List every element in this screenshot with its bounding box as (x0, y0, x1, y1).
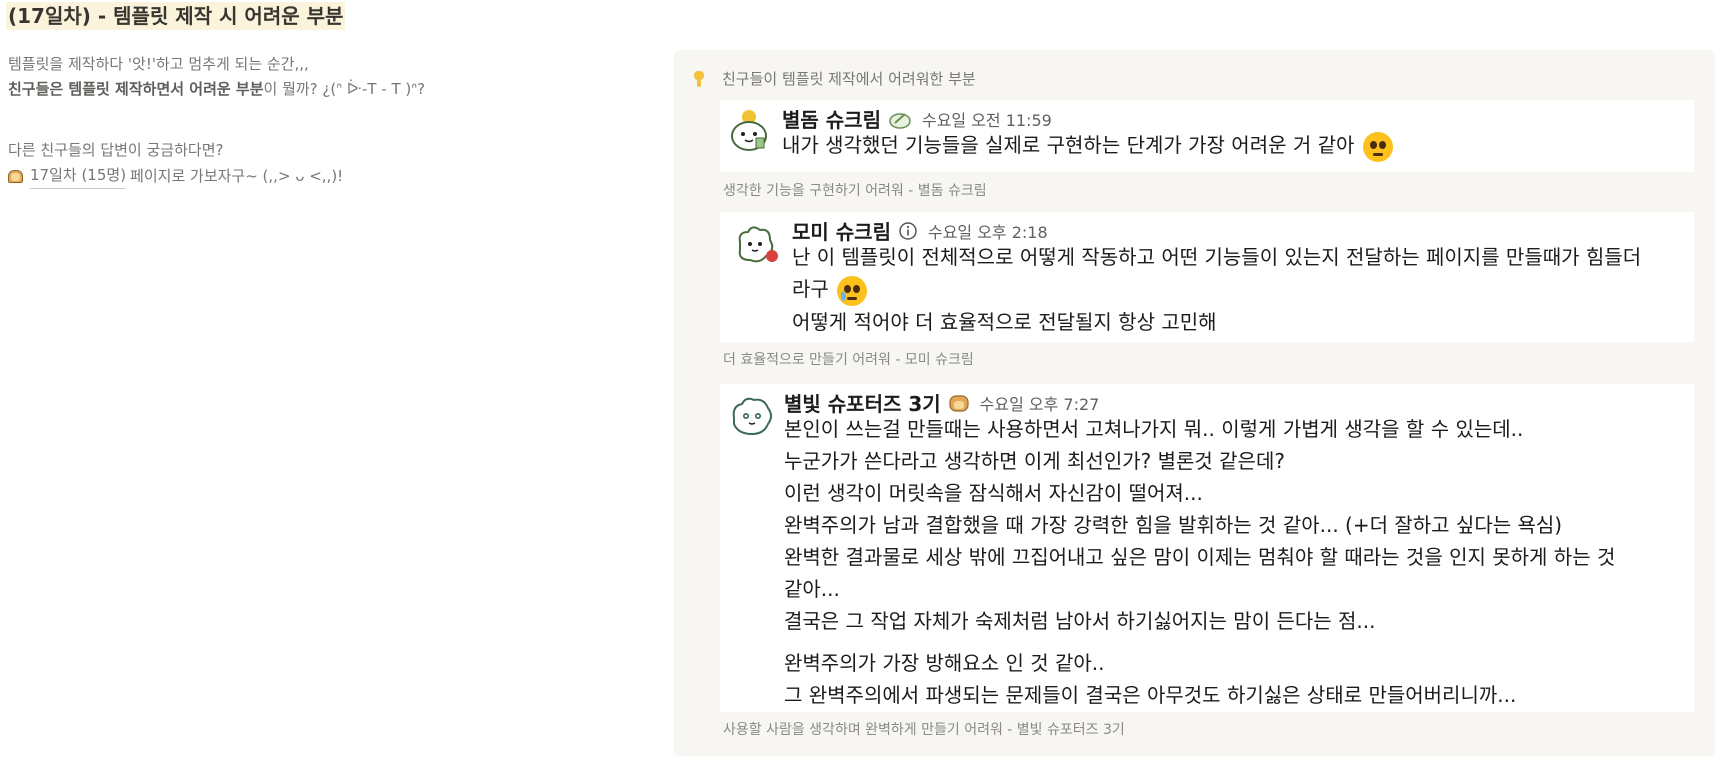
message-timestamp[interactable]: 수요일 오후 2:18 (928, 219, 1048, 243)
intro-question: 다른 친구들의 답변이 궁금하다면? (8, 141, 224, 159)
panel-header-text: 친구들이 템플릿 제작에서 어려워한 부분 (722, 70, 976, 88)
bread-icon (949, 394, 969, 412)
message-line: 결국은 그 작업 자체가 숙제처럼 남아서 하기싫어지는 맘이 든다는 점... (784, 609, 1376, 633)
info-icon (899, 221, 917, 240)
message-line: 완벽한 결과물로 세상 밖에 끄집어내고 싶은 맘이 이제는 멈춰야 할 때라는… (784, 545, 1616, 569)
intro-text: 템플릿을 제작하다 '앗!'하고 멈추게 되는 순간,,, 친구들은 템플릿 제… (8, 52, 425, 102)
page-title: (17일차) - 템플릿 제작 시 어려운 부분 (6, 2, 346, 30)
intro-link-section: 다른 친구들의 답변이 궁금하다면? 17일차 (15명) 페이지로 가보자구~… (8, 138, 343, 189)
message-body-2: 난 이 템플릿이 전체적으로 어떻게 작동하고 어떤 기능들이 있는지 전달하는… (792, 241, 1641, 338)
message-card-3: 별빛 슈포터즈 3기 수요일 오후 7:27 본인이 쓰는걸 만들때는 사용하면… (720, 384, 1694, 712)
message-line: 본인이 쓰는걸 만들때는 사용하면서 고쳐나가지 뭐.. 이렇게 가볍게 생각을… (784, 417, 1524, 441)
message-line: 어떻게 적어야 더 효율적으로 전달될지 항상 고민해 (792, 309, 1217, 334)
panel-header: 친구들이 템플릿 제작에서 어려워한 부분 (692, 68, 976, 89)
message-caption-3: 사용할 사람을 생각하며 완벽하게 만들기 어려워 - 별빛 슈포터즈 3기 (723, 722, 1125, 738)
message-line: 이런 생각이 머릿속을 잠식해서 자신감이 떨어져... (784, 481, 1203, 505)
intro-bold-text: 친구들은 템플릿 제작하면서 어려운 부분 (8, 80, 264, 98)
pencil-badge-icon (889, 112, 911, 129)
message-body-3: 본인이 쓰는걸 만들때는 사용하면서 고쳐나가지 뭐.. 이렇게 가볍게 생각을… (784, 413, 1615, 711)
message-line: 라구 (792, 273, 1641, 306)
avatar-byeolbit (732, 397, 772, 436)
message-line: 내가 생각했던 기능들을 실제로 구현하는 단계가 가장 어려운 거 같아 (782, 129, 1393, 162)
pleading-face-icon (1362, 131, 1393, 162)
intro-line-1: 템플릿을 제작하다 '앗!'하고 멈추게 되는 순간,,, (8, 55, 309, 73)
crying-face-icon (837, 275, 868, 306)
message-timestamp[interactable]: 수요일 오전 11:59 (922, 107, 1052, 131)
message-card-1: 별돔 슈크림 수요일 오전 11:59 내가 생각했던 기능들을 실제로 구현하… (720, 100, 1694, 172)
avatar-momi (738, 226, 778, 263)
page-link-row: 17일차 (15명) 페이지로 가보자구~ (,,> ᴗ <,,)! (8, 163, 343, 189)
message-caption-1: 생각한 기능을 구현하기 어려워 - 별돔 슈크림 (723, 183, 987, 199)
message-line: 같아... (784, 577, 840, 601)
avatar-byeoldom (731, 110, 767, 151)
message-line: 완벽주의가 남과 결합했을 때 가장 강력한 힘을 발휘하는 것 같아... (… (784, 513, 1563, 537)
link-suffix: 페이지로 가보자구~ (,,> ᴗ <,,)! (130, 166, 344, 185)
message-line: 완벽주의가 가장 방해요소 인 것 같아.. (784, 651, 1105, 675)
callout-panel: 친구들이 템플릿 제작에서 어려워한 부분 별돔 슈크림 수요일 오전 11:5… (674, 50, 1715, 756)
message-line: 누군가가 쓴다라고 생각하면 이게 최선인가? 별론것 같은데? (784, 449, 1285, 473)
message-body-1: 내가 생각했던 기능들을 실제로 구현하는 단계가 가장 어려운 거 같아 (782, 129, 1393, 162)
pointing-hand-icon (692, 70, 706, 87)
message-card-2: 모미 슈크림 수요일 오후 2:18 난 이 템플릿이 전체적으로 어떻게 작동… (720, 212, 1694, 342)
bread-icon (8, 168, 24, 184)
message-caption-2: 더 효율적으로 만들기 어려워 - 모미 슈크림 (723, 352, 974, 368)
page-link-day17[interactable]: 17일차 (15명) (30, 163, 127, 189)
message-line: 난 이 템플릿이 전체적으로 어떻게 작동하고 어떤 기능들이 있는지 전달하는… (792, 245, 1642, 269)
message-line: 그 완벽주의에서 파생되는 문제들이 결국은 아무것도 하기싫은 상태로 만들어… (784, 683, 1517, 707)
message-timestamp[interactable]: 수요일 오후 7:27 (980, 391, 1100, 415)
intro-line-2: 친구들은 템플릿 제작하면서 어려운 부분이 뭘까? ¿(ᐢ ᐕ-T - T )… (8, 77, 425, 102)
intro-line-2-rest: 이 뭘까? ¿(ᐢ ᐕ-T - T )ᐢ? (263, 80, 426, 98)
